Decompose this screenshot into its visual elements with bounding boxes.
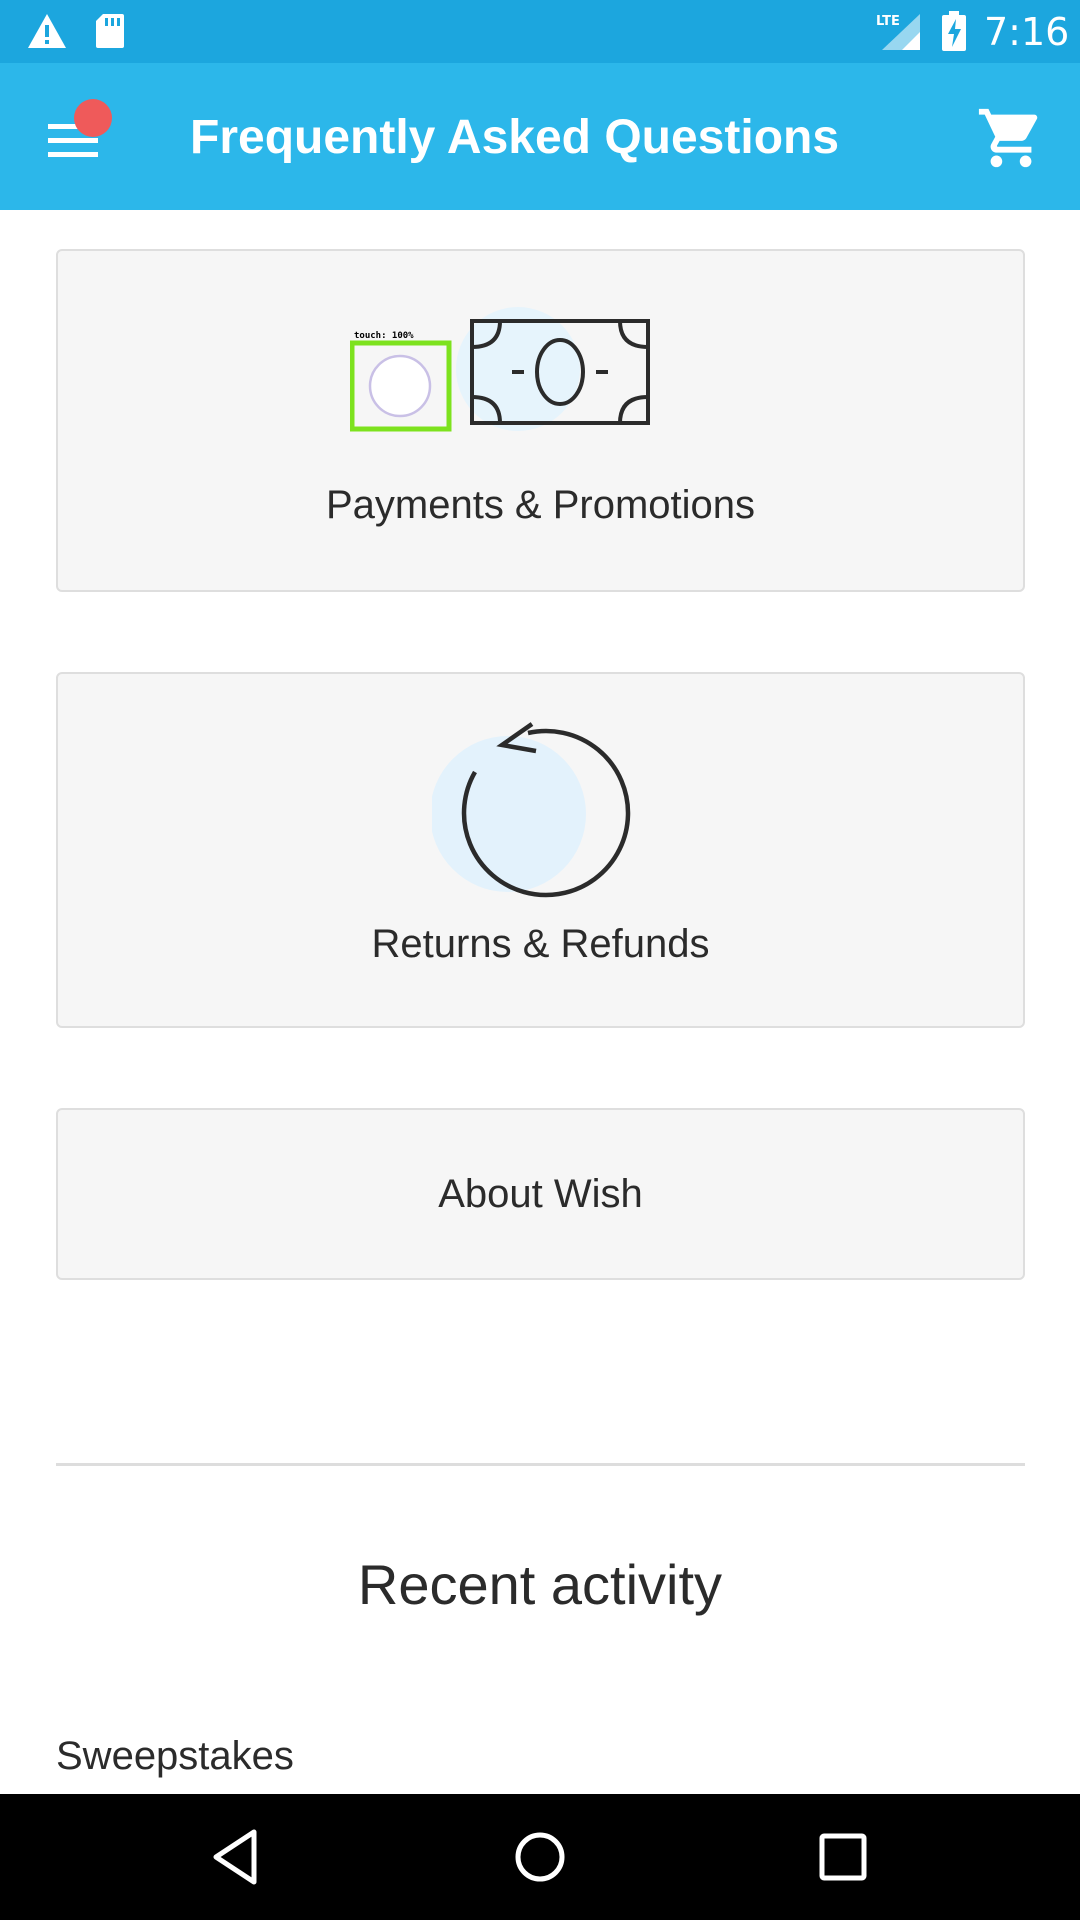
- section-divider: [56, 1463, 1025, 1466]
- notification-dot: [74, 99, 112, 137]
- menu-button[interactable]: [34, 99, 114, 179]
- status-bar: LTE 7:16: [0, 0, 1080, 63]
- home-icon[interactable]: [507, 1824, 573, 1890]
- sd-card-icon: [96, 14, 124, 48]
- back-icon[interactable]: [204, 1824, 270, 1890]
- cart-icon: [978, 108, 1038, 168]
- refresh-icon: [432, 722, 631, 898]
- status-clock: 7:16: [984, 10, 1070, 54]
- touch-label: touch: 100%: [354, 331, 414, 341]
- recents-icon[interactable]: [810, 1824, 876, 1890]
- recent-activity-item[interactable]: Sweepstakes: [56, 1730, 456, 1782]
- faq-card-returns[interactable]: Returns & Refunds: [56, 672, 1025, 1028]
- lte-signal-icon: LTE: [876, 14, 920, 50]
- recent-activity-title: Recent activity: [357, 1553, 723, 1616]
- app-bar: Frequently Asked Questions: [0, 63, 1080, 210]
- touch-indicator: touch: 100%: [350, 331, 452, 432]
- faq-card-about[interactable]: About Wish: [56, 1108, 1025, 1280]
- alert-icon: [28, 14, 66, 48]
- svg-text:LTE: LTE: [876, 14, 900, 29]
- system-nav-bar: [0, 1794, 1080, 1920]
- battery-charging-icon: [942, 11, 966, 51]
- page-title: Frequently Asked Questions: [190, 111, 840, 164]
- faq-card-label: Payments & Promotions: [325, 483, 756, 527]
- faq-card-label: About Wish: [438, 1172, 643, 1216]
- cash-icon: [456, 307, 650, 431]
- cart-button[interactable]: [976, 103, 1046, 173]
- faq-card-payments[interactable]: touch: 100% Payments & Promotions: [56, 249, 1025, 592]
- faq-card-label: Returns & Refunds: [371, 922, 710, 966]
